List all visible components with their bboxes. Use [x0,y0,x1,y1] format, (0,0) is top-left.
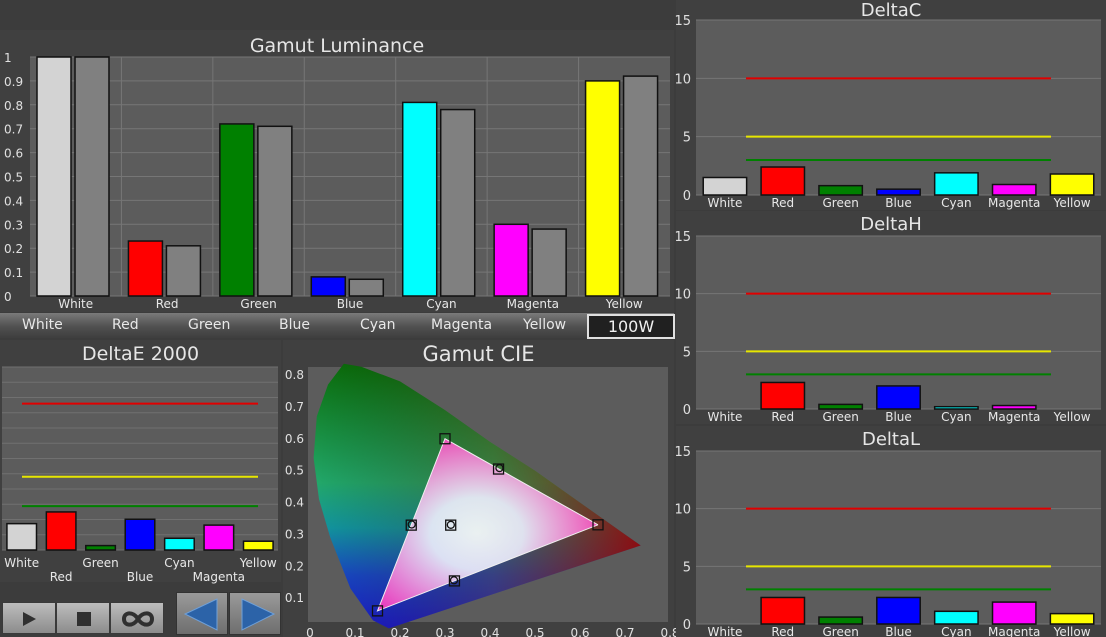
y-tick-label: 10 [674,503,691,518]
arrow-right-icon [241,598,276,631]
y-tick-label: 15 [674,445,691,460]
x-tick-label: Magenta [988,625,1040,637]
x-tick-label: Magenta [988,410,1040,424]
y-tick-label: 5 [683,345,691,360]
x-tick-label: Red [771,625,794,637]
bar-red [760,381,806,410]
y-tick-label: 5 [683,560,691,575]
y-tick-label: 15 [674,14,691,29]
y-tick-label: 15 [674,230,691,245]
y-tick-label: 0 [683,189,691,204]
bar-cyan [933,405,979,410]
deltac-chart: 0 5 10 15 White Red Green Blue Cyan Magenta Yellow… [674,14,1101,637]
bar-green [818,616,864,625]
bar-blue [876,385,921,410]
y-tick-label: 0 [683,618,691,633]
x-tick-label: Red [771,410,794,424]
stop-button[interactable] [56,602,110,634]
x-tick-label: Magenta [988,196,1040,210]
x-tick-label: Yellow [1053,196,1091,210]
y-tick-label: 10 [674,72,691,87]
bar-blue [876,596,921,625]
plot-area [696,20,1101,195]
x-tick-label: Blue [885,625,912,637]
x-tick-label: White [707,410,742,424]
x-tick-label: Green [822,625,858,637]
x-tick-label: Yellow [1053,410,1091,424]
prev-button[interactable] [176,592,228,635]
next-button[interactable] [229,592,281,635]
plot-area [696,236,1101,409]
bar-yellow [1049,173,1095,196]
bar-blue [876,188,921,196]
x-tick-label: Green [822,196,858,210]
bar-yellow [1049,612,1095,625]
y-tick-label: 10 [674,288,691,303]
bar-magenta [991,404,1037,410]
bar-red [760,166,806,196]
y-tick-label: 0 [683,403,691,418]
x-tick-label: Blue [885,410,912,424]
bar-red [760,596,806,625]
x-tick-label: Cyan [941,410,971,424]
y-tick-label: 5 [683,131,691,146]
x-tick-label: Cyan [941,625,971,637]
x-tick-label: Yellow [1053,625,1091,637]
bar-cyan [933,610,979,625]
bar-green [818,403,864,410]
infinity-icon [121,611,155,627]
bar-cyan [933,172,979,196]
x-tick-label: Green [822,410,858,424]
play-icon [23,612,36,626]
loop-button[interactable] [110,602,164,634]
bar-green [818,184,864,196]
bar-white [702,176,748,196]
stop-icon [77,612,91,626]
x-tick-label: Blue [885,196,912,210]
x-tick-label: Cyan [941,196,971,210]
x-tick-label: Red [771,196,794,210]
arrow-left-icon [183,598,218,631]
x-tick-label: White [707,625,742,637]
play-button[interactable] [2,602,56,634]
bar-magenta [991,601,1037,625]
bar-magenta [991,183,1037,196]
x-tick-label: White [707,196,742,210]
